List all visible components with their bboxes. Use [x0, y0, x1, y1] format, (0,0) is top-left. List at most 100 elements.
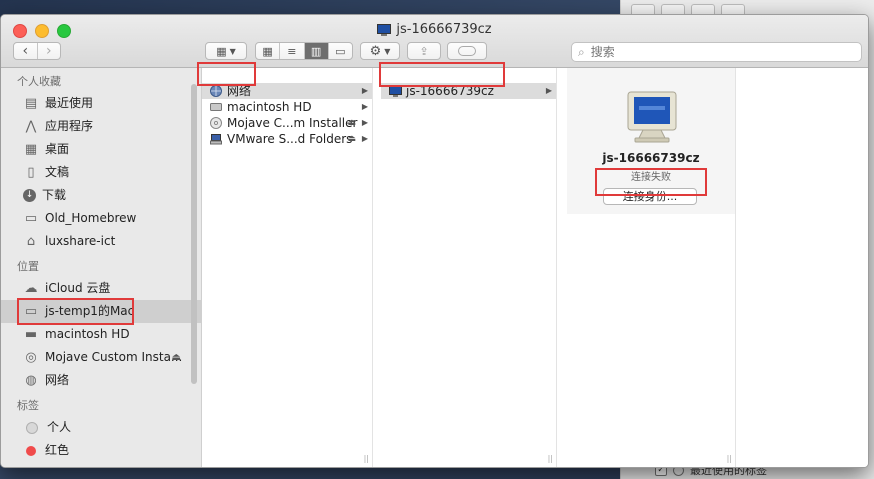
- computer-icon: ▭: [24, 304, 38, 319]
- chevron-right-icon: ▶: [361, 118, 368, 127]
- tags-header: 标签: [17, 399, 39, 412]
- eject-icon[interactable]: ⏏: [347, 131, 356, 147]
- connection-status: 连接失败: [631, 172, 671, 183]
- sidebar-item-applications[interactable]: ⋀ 应用程序: [1, 115, 201, 138]
- list-item[interactable]: VMware S...d Folders ⏏ ▶: [202, 131, 372, 147]
- sidebar-item-documents[interactable]: ▯ 文稿: [1, 161, 201, 184]
- icon-view-button[interactable]: ▦: [256, 43, 281, 59]
- sidebar-item-recents[interactable]: ▤ 最近使用: [1, 92, 201, 115]
- back-button[interactable]: ‹: [14, 43, 38, 59]
- item-label: VMware S...d Folders: [227, 132, 353, 146]
- icon-view-icon: ▦: [262, 44, 273, 58]
- gallery-view-button[interactable]: ▭: [329, 43, 352, 59]
- sidebar-item-network[interactable]: ◍ 网络: [1, 369, 201, 392]
- sidebar-item-label: 网络: [45, 373, 70, 387]
- column-resize-handle[interactable]: ||: [364, 454, 369, 463]
- search-icon: ⌕: [578, 44, 585, 59]
- preview-title: js-16666739cz: [602, 151, 700, 165]
- recents-icon: ▤: [24, 96, 38, 111]
- nav-buttons: ‹ ›: [13, 42, 61, 60]
- sidebar-item-downloads[interactable]: ↓ 下载: [1, 184, 201, 207]
- grid-icon: ▦: [216, 44, 227, 58]
- applications-icon: ⋀: [25, 119, 37, 134]
- forward-button[interactable]: ›: [38, 43, 61, 59]
- sidebar-item-label: Mojave Custom Insta...: [45, 350, 183, 364]
- optical-disk-icon: [209, 117, 223, 130]
- sidebar-item-label: 个人: [47, 420, 72, 434]
- gear-icon: ⚙: [369, 43, 382, 59]
- item-label: Mojave C...m Installer: [227, 116, 358, 130]
- list-item[interactable]: 网络 ▶: [202, 83, 372, 99]
- chevron-right-icon: ▶: [545, 86, 552, 95]
- column-resize-handle[interactable]: ||: [548, 454, 553, 463]
- tag-dot-icon: [26, 421, 38, 434]
- sidebar-item-label: iCloud 云盘: [45, 281, 111, 295]
- eject-icon[interactable]: ⏏: [172, 346, 181, 369]
- sidebar-item-label: 桌面: [45, 142, 70, 156]
- sidebar-item-label: js-temp1的Mac: [45, 304, 135, 318]
- share-button[interactable]: ⇪: [407, 42, 441, 60]
- sidebar-item-this-mac[interactable]: ▭ js-temp1的Mac: [1, 300, 201, 323]
- connect-as-button[interactable]: 连接身份...: [603, 188, 697, 205]
- titlebar: js-16666739cz ‹ › ▦ ▼ ▦ ≡ ▥ ▭ ⚙ ▼ ⇪ ⌕ 搜索: [1, 15, 868, 68]
- column-resize-handle[interactable]: ||: [727, 454, 732, 463]
- monitor-icon: [377, 23, 392, 36]
- disk-icon: [209, 101, 223, 114]
- sidebar-item-old-homebrew[interactable]: ▭ Old_Homebrew: [1, 207, 201, 230]
- downloads-icon: ↓: [23, 189, 36, 202]
- monitor-icon: [627, 91, 677, 143]
- sidebar-item-label: 下载: [42, 188, 67, 202]
- monitor-icon: [388, 85, 402, 98]
- list-item[interactable]: js-16666739cz ▶: [381, 83, 556, 99]
- optical-disk-icon: ◎: [25, 350, 37, 365]
- column-view-button[interactable]: ▥: [304, 43, 329, 59]
- sidebar-item-label: 红色: [45, 443, 70, 457]
- folder-icon: ▭: [24, 211, 38, 226]
- list-view-icon: ≡: [287, 44, 297, 58]
- network-icon: ◍: [25, 373, 37, 388]
- search-field[interactable]: ⌕: [571, 42, 862, 62]
- locations-header: 位置: [17, 260, 39, 273]
- documents-icon: ▯: [27, 165, 35, 180]
- sidebar-item-tag-personal[interactable]: 个人: [1, 416, 201, 439]
- sidebar-item-mojave-installer[interactable]: ◎ Mojave Custom Insta... ⏏: [1, 346, 201, 369]
- sidebar-item-icloud[interactable]: ☁ iCloud 云盘: [1, 277, 201, 300]
- sidebar-item-label: Old_Homebrew: [45, 211, 137, 225]
- tags-button[interactable]: [447, 42, 487, 60]
- action-button[interactable]: ⚙ ▼: [360, 42, 400, 60]
- column-1: 网络 ▶ macintosh HD ▶ Mojave C...m Install…: [202, 68, 373, 467]
- window-title-text: js-16666739cz: [396, 22, 492, 37]
- list-item[interactable]: macintosh HD ▶: [202, 99, 372, 115]
- share-icon: ⇪: [419, 44, 429, 58]
- sidebar-item-desktop[interactable]: ▦ 桌面: [1, 138, 201, 161]
- home-icon: ⌂: [26, 234, 36, 249]
- favorites-header: 个人收藏: [17, 75, 61, 88]
- view-mode-control: ▦ ≡ ▥ ▭: [255, 42, 353, 60]
- disk-icon: ▬: [24, 327, 38, 342]
- sidebar-item-macintosh-hd[interactable]: ▬ macintosh HD: [1, 323, 201, 346]
- tag-dot-icon: [26, 445, 36, 456]
- item-label: macintosh HD: [227, 100, 312, 114]
- sidebar: 个人收藏 ▤ 最近使用 ⋀ 应用程序 ▦ 桌面 ▯ 文稿 ↓ 下载 ▭ Old_Homebr…: [1, 68, 202, 467]
- sidebar-scrollbar[interactable]: [191, 84, 197, 384]
- icloud-icon: ☁: [24, 281, 38, 296]
- column-view-icon: ▥: [310, 44, 322, 58]
- chevron-down-icon: ▼: [229, 46, 236, 56]
- list-item[interactable]: Mojave C...m Installer ⏏ ▶: [202, 115, 372, 131]
- server-icon: [209, 133, 223, 146]
- list-view-button[interactable]: ≡: [280, 43, 305, 59]
- sidebar-item-home[interactable]: ⌂ luxshare-ict: [1, 230, 201, 253]
- sidebar-item-label: luxshare-ict: [45, 234, 116, 248]
- sidebar-item-label: 应用程序: [45, 119, 94, 133]
- eject-icon[interactable]: ⏏: [347, 115, 356, 131]
- sidebar-item-tag-red[interactable]: 红色: [1, 439, 201, 462]
- preview-pane: js-16666739cz 连接失败 连接身份... ||: [567, 68, 735, 467]
- finder-window: js-16666739cz ‹ › ▦ ▼ ▦ ≡ ▥ ▭ ⚙ ▼ ⇪ ⌕ 搜索…: [0, 14, 869, 468]
- search-input[interactable]: [588, 44, 843, 60]
- chevron-right-icon: ▶: [361, 102, 368, 111]
- group-button[interactable]: ▦ ▼: [205, 42, 247, 60]
- gallery-view-icon: ▭: [335, 44, 346, 58]
- sidebar-item-label: macintosh HD: [45, 327, 130, 341]
- sidebar-item-label: 文稿: [45, 165, 70, 179]
- desktop-icon: ▦: [24, 142, 38, 157]
